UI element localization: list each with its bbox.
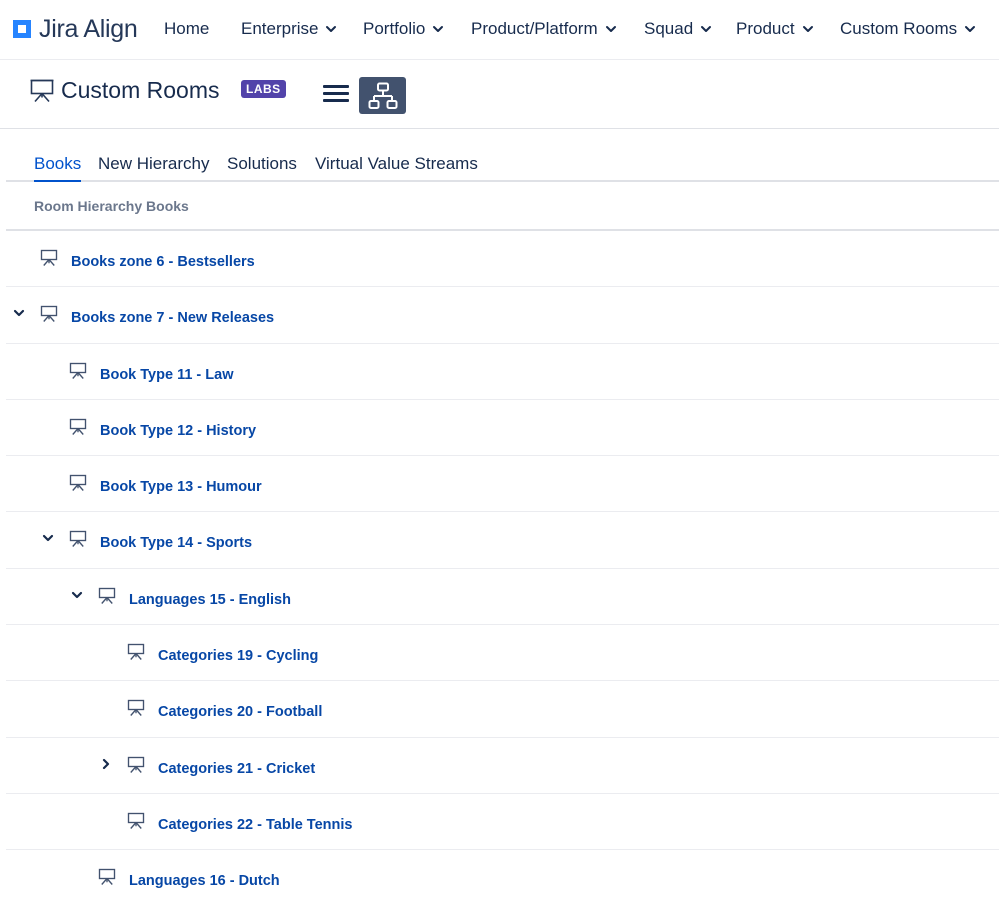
room-icon [127,756,145,773]
nav-item-label: Product [736,19,795,38]
tree-item-link[interactable]: Categories 22 - Table Tennis [158,817,352,833]
room-icon [40,306,58,323]
brand[interactable]: Jira Align [13,14,138,44]
tree-row: Books zone 6 - Bestsellers [6,231,999,288]
page-title: Custom Rooms [61,77,220,103]
hamburger-menu-icon [323,85,349,88]
chevron-right-icon[interactable] [99,757,113,771]
tab-virtual-value-streams[interactable]: Virtual Value Streams [315,154,478,180]
hierarchy-view-button[interactable] [359,77,406,114]
room-icon [98,587,116,604]
tree-row: Categories 19 - Cycling [6,625,999,682]
tree-row: Book Type 11 - Law [6,344,999,400]
tree-item-link[interactable]: Categories 19 - Cycling [158,648,318,664]
nav-item-label: Home [164,19,210,38]
tree-item-link[interactable]: Languages 15 - English [129,592,291,608]
tree-item-link[interactable]: Categories 21 - Cricket [158,761,315,777]
page-header: Custom Rooms LABS [0,61,999,129]
tree-row: Book Type 13 - Humour [6,456,999,513]
chevron-down-icon [802,26,813,32]
chevron-down-icon[interactable] [41,531,55,545]
labs-badge: LABS [241,80,286,98]
tree-item-link[interactable]: Book Type 14 - Sports [100,535,252,551]
nav-item-label: Enterprise [241,19,319,38]
tab-new-hierarchy[interactable]: New Hierarchy [98,154,209,180]
nav-item-custom-rooms[interactable]: Custom Rooms [840,17,976,41]
room-icon [40,249,58,266]
room-icon [69,475,87,492]
tree-item-link[interactable]: Book Type 11 - Law [100,367,234,383]
hierarchy-icon [368,82,397,109]
chevron-down-icon [605,26,616,32]
tree-item-link[interactable]: Book Type 13 - Humour [100,479,262,495]
chevron-down-icon[interactable] [70,588,84,602]
nav-item-product-platform[interactable]: Product/Platform [471,17,617,41]
tree-item-link[interactable]: Books zone 7 - New Releases [71,310,274,326]
tab-solutions[interactable]: Solutions [227,154,297,180]
nav-item-product[interactable]: Product [736,17,814,41]
room-hierarchy-tree: Books zone 6 - Bestsellers Books zone 7 -… [6,231,999,905]
nav-item-squad[interactable]: Squad [644,17,712,41]
room-tabs: Books New Hierarchy Solutions Virtual Value… [6,154,999,182]
tree-item-link[interactable]: Languages 16 - Dutch [129,873,280,889]
top-navigation: Jira Align Home Enterprise Portfolio Produc… [0,0,999,60]
tree-item-link[interactable]: Book Type 12 - History [100,423,256,439]
tree-row: Categories 21 - Cricket [6,738,999,794]
chevron-down-icon [433,26,444,32]
chevron-down-icon [326,26,337,32]
tree-row: Languages 15 - English [6,569,999,626]
room-icon [69,418,87,435]
presentation-board-icon [30,79,54,103]
chevron-down-icon[interactable] [12,306,26,320]
tab-books[interactable]: Books [34,154,82,182]
tree-item-link[interactable]: Categories 20 - Football [158,704,322,720]
brand-name: Jira Align [39,14,138,43]
nav-item-enterprise[interactable]: Enterprise [241,17,337,41]
room-icon [127,700,145,717]
jira-align-logo-icon [13,20,31,38]
tree-row: Categories 22 - Table Tennis [6,794,999,851]
tree-row: Books zone 7 - New Releases [6,287,999,344]
nav-item-label: Portfolio [363,19,426,38]
room-icon [127,643,145,661]
nav-item-home[interactable]: Home [164,17,209,41]
nav-item-label: Product/Platform [471,19,598,38]
chevron-down-icon [701,26,712,32]
section-label: Room Hierarchy Books [34,198,189,214]
tree-row: Book Type 14 - Sports [6,512,999,569]
room-icon [69,362,87,379]
room-icon [98,869,116,886]
tree-row: Languages 16 - Dutch [6,850,999,905]
nav-item-label: Squad [644,19,694,38]
chevron-down-icon [965,26,976,32]
tree-item-link[interactable]: Books zone 6 - Bestsellers [71,254,255,270]
room-icon [127,812,145,829]
tree-row: Book Type 12 - History [6,400,999,457]
tree-row: Categories 20 - Football [6,681,999,738]
room-icon [69,531,87,548]
nav-item-label: Custom Rooms [840,19,958,38]
nav-item-portfolio[interactable]: Portfolio [363,17,444,41]
hamburger-menu-button[interactable] [323,85,349,107]
